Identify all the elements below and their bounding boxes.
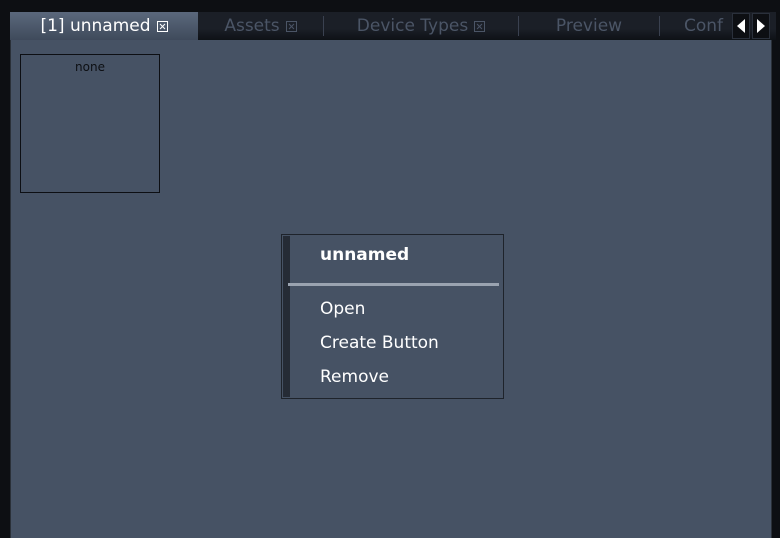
menu-item-remove[interactable]: Remove	[320, 367, 389, 387]
thumbnail-none[interactable]: none	[20, 54, 160, 193]
tab-preview[interactable]: Preview	[519, 12, 659, 40]
tab-label: Preview	[555, 16, 623, 36]
arrow-right-icon	[757, 19, 765, 33]
content-area: none unnamed Open Create Button Remove	[10, 40, 772, 538]
menu-item-create-button[interactable]: Create Button	[320, 333, 439, 353]
tab-label: Device Types	[356, 16, 469, 36]
tab-scroll-controls	[732, 13, 770, 39]
tab-unnamed[interactable]: [1] unnamed	[10, 12, 198, 40]
tab-close-icon[interactable]	[156, 20, 168, 32]
tab-device-types[interactable]: Device Types	[324, 12, 518, 40]
thumbnail-label: none	[75, 60, 105, 74]
tab-label: Assets	[224, 16, 280, 36]
app-window: [1] unnamed Assets Device Types Preview …	[0, 0, 780, 538]
tab-label: Conf	[684, 16, 724, 36]
tab-close-icon[interactable]	[285, 20, 297, 32]
context-menu: unnamed Open Create Button Remove	[281, 234, 504, 399]
context-menu-stripe	[283, 236, 290, 397]
scroll-right-button[interactable]	[752, 13, 770, 39]
tab-assets[interactable]: Assets	[198, 12, 323, 40]
tab-label: [1] unnamed	[40, 16, 151, 36]
context-menu-divider	[288, 283, 499, 286]
arrow-left-icon	[737, 19, 745, 33]
tab-bar: [1] unnamed Assets Device Types Preview …	[10, 12, 776, 40]
tab-close-icon[interactable]	[474, 20, 486, 32]
scroll-left-button[interactable]	[732, 13, 750, 39]
context-menu-title: unnamed	[320, 245, 410, 265]
menu-item-open[interactable]: Open	[320, 299, 365, 319]
